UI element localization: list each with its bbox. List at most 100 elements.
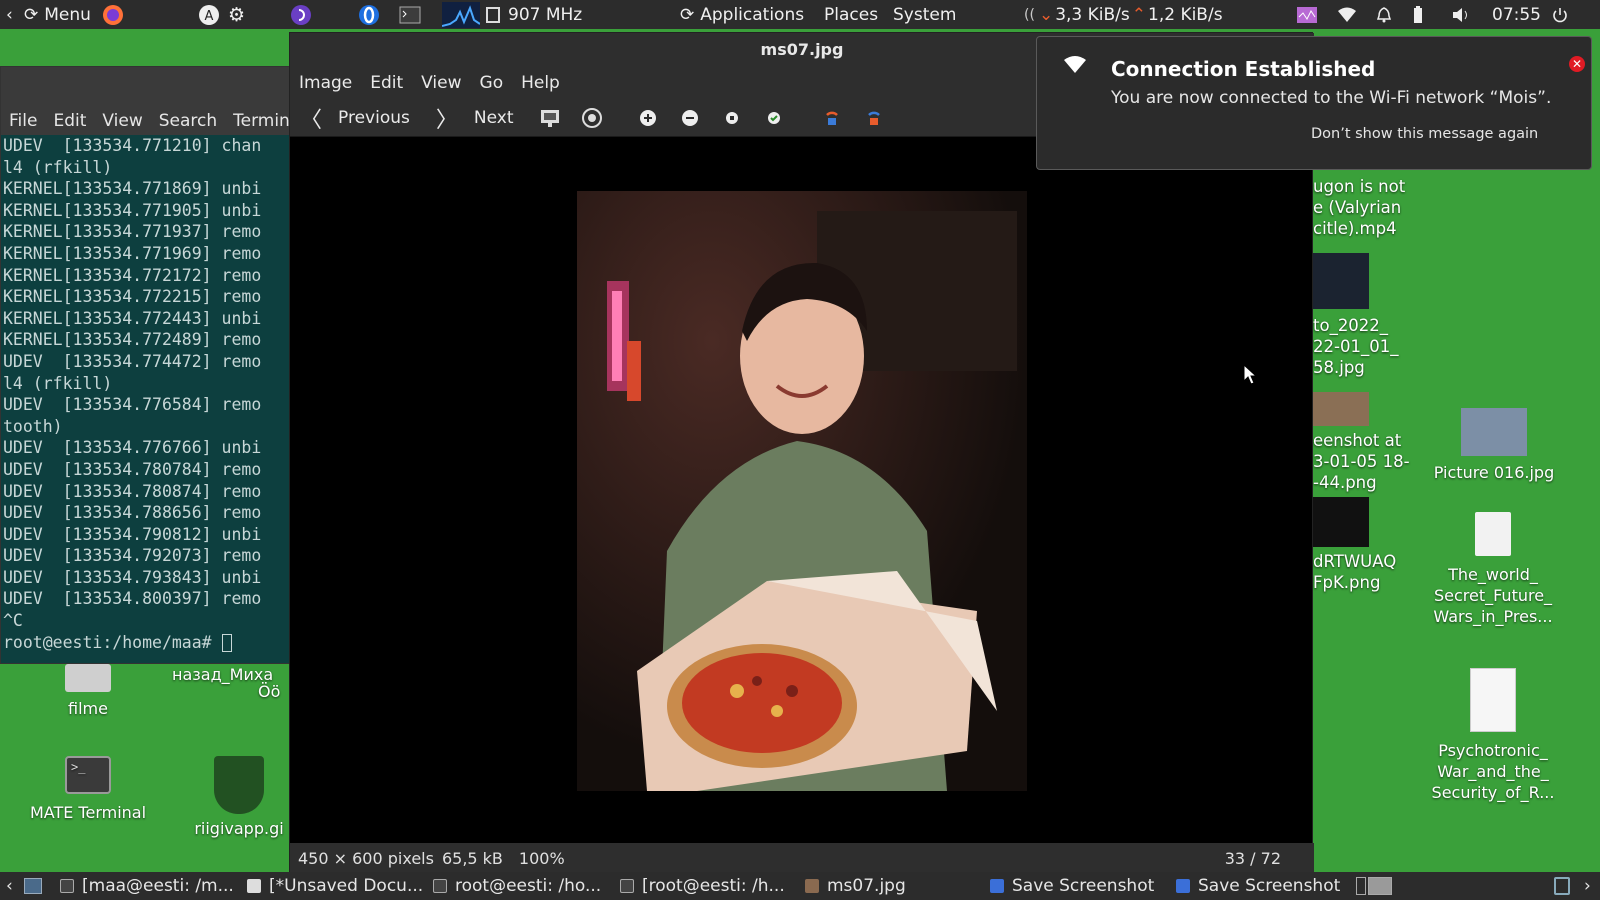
folder-icon bbox=[65, 664, 111, 692]
terminal-line: UDEV [133534.800397] remo bbox=[3, 589, 262, 609]
terminal-line: UDEV [133534.771210] chan bbox=[3, 136, 262, 155]
cpu-chip-icon bbox=[486, 6, 500, 23]
menu-view[interactable]: View bbox=[412, 73, 470, 93]
next-button[interactable]: 〉 Next bbox=[410, 99, 514, 137]
network-monitor[interactable]: (( ⌄ 3,3 KiB/s ⌃ 1,2 KiB/s bbox=[1024, 0, 1223, 29]
cpu-frequency[interactable]: 907 MHz bbox=[486, 0, 582, 29]
power-icon[interactable] bbox=[1552, 0, 1568, 29]
menu-image[interactable]: Image bbox=[290, 73, 361, 93]
preferences-icon[interactable] bbox=[581, 107, 603, 129]
task-label: ms07.jpg bbox=[827, 876, 906, 896]
bottom-panel: ‹ [maa@eesti: /m... [*Unsaved Docu... ro… bbox=[0, 872, 1600, 900]
upload-arrow-icon: ⌃ bbox=[1131, 4, 1146, 25]
terminal-launcher-icon[interactable] bbox=[399, 0, 421, 29]
taskbar-item-screenshot-1[interactable]: Save Screenshot bbox=[990, 872, 1154, 900]
desktop-icon-the-world[interactable]: The_world_ Secret_Future_ Wars_in_Pres..… bbox=[1418, 512, 1568, 627]
rotate-right-icon[interactable] bbox=[863, 107, 885, 129]
terminal-menu-file[interactable]: File bbox=[1, 111, 45, 131]
viewer-statusbar: 450 × 600 pixels 65,5 kB 100% 33 / 72 bbox=[290, 843, 1314, 873]
terminal-menu-search[interactable]: Search bbox=[151, 111, 225, 131]
zoom-normal-icon[interactable] bbox=[721, 107, 743, 129]
desktop-icon-filme[interactable]: filme bbox=[40, 664, 136, 719]
media-player-icon[interactable] bbox=[290, 0, 312, 29]
menu-go[interactable]: Go bbox=[471, 73, 513, 93]
taskbar-item-text-editor[interactable]: [*Unsaved Docu... bbox=[247, 872, 423, 900]
screenshot-icon bbox=[1176, 879, 1190, 893]
zoom-in-icon[interactable] bbox=[637, 107, 659, 129]
close-icon[interactable]: ✕ bbox=[1569, 56, 1585, 72]
displayed-photo[interactable] bbox=[577, 191, 1027, 791]
menu-help[interactable]: Help bbox=[512, 73, 569, 93]
task-label: Save Screenshot bbox=[1198, 876, 1341, 896]
cpu-graph-icon[interactable] bbox=[442, 0, 480, 29]
desktop-icon-picture-016[interactable]: Picture 016.jpg bbox=[1424, 408, 1564, 483]
wifi-notification[interactable]: Connection Established You are now conne… bbox=[1036, 36, 1592, 170]
taskbar-item-image-viewer[interactable]: ms07.jpg bbox=[805, 872, 906, 900]
workspace-1[interactable] bbox=[1356, 877, 1366, 895]
terminal-output[interactable]: UDEV [133534.771210] chan l4 (rfkill) KERN… bbox=[3, 135, 291, 653]
system-menu[interactable]: System bbox=[893, 0, 956, 29]
trash-icon[interactable] bbox=[1554, 872, 1570, 900]
net-up-value: 1,2 KiB/s bbox=[1148, 4, 1223, 25]
desktop-icon-mate-terminal[interactable]: >_ MATE Terminal bbox=[18, 756, 158, 823]
opera-browser-icon[interactable] bbox=[358, 0, 380, 29]
settings-gear-icon[interactable]: ⚙ bbox=[228, 0, 245, 29]
show-desktop-icon bbox=[24, 878, 42, 894]
notification-bell-icon[interactable] bbox=[1377, 0, 1391, 29]
rotate-left-icon[interactable] bbox=[821, 107, 843, 129]
terminal-menu-view[interactable]: View bbox=[94, 111, 150, 131]
desktop-icon-label: 3-01-05 18- bbox=[1313, 452, 1410, 471]
taskbar-item-terminal-3[interactable]: [root@eesti: /h... bbox=[620, 872, 785, 900]
taskbar-item-terminal-1[interactable]: [maa@eesti: /m... bbox=[60, 872, 234, 900]
panel-scroll-left[interactable]: ‹ bbox=[6, 872, 13, 900]
desktop-icon-riigivapp[interactable]: riigivapp.gi bbox=[184, 756, 294, 839]
wifi-status-icon[interactable] bbox=[1338, 0, 1356, 29]
panel-scroll-left[interactable]: ‹ bbox=[6, 0, 13, 29]
keyboard-indicator-icon[interactable]: A bbox=[198, 0, 220, 29]
terminal-line: UDEV [133534.792073] remo bbox=[3, 546, 262, 566]
applications-menu[interactable]: ⟳ Applications bbox=[680, 0, 804, 29]
applications-label: Applications bbox=[700, 4, 805, 25]
taskbar-item-terminal-2[interactable]: root@eesti: /ho... bbox=[433, 872, 601, 900]
system-monitor-icon[interactable] bbox=[1297, 0, 1317, 29]
chevron-left-icon: ‹ bbox=[6, 4, 13, 25]
terminal-line: UDEV [133534.788656] remo bbox=[3, 503, 262, 523]
slideshow-icon[interactable] bbox=[539, 107, 561, 129]
zoom-out-icon[interactable] bbox=[679, 107, 701, 129]
previous-button[interactable]: 〈 Previous bbox=[290, 99, 410, 137]
dont-show-again-link[interactable]: Don’t show this message again bbox=[1311, 126, 1538, 142]
menu-edit[interactable]: Edit bbox=[361, 73, 412, 93]
terminal-icon bbox=[60, 879, 74, 893]
terminal-window[interactable]: File Edit View Search Termin UDEV [13353… bbox=[0, 66, 291, 664]
wifi-signal-icon: (( bbox=[1024, 6, 1035, 23]
terminal-titlebar[interactable] bbox=[1, 67, 291, 107]
main-menu-button[interactable]: ⟳ Menu bbox=[24, 0, 91, 29]
desktop-icon-label: The_world_ Secret_Future_ Wars_in_Pres..… bbox=[1433, 565, 1553, 626]
download-arrow-icon: ⌄ bbox=[1038, 4, 1054, 25]
svg-text:A: A bbox=[205, 9, 214, 24]
desktop-icon-partial[interactable]: назад_Миха Öö bbox=[172, 664, 292, 702]
panel-scroll-right[interactable]: › bbox=[1584, 872, 1591, 900]
terminal-line: tooth) bbox=[3, 416, 63, 436]
terminal-menu-terminal[interactable]: Termin bbox=[225, 111, 298, 131]
chevron-right-icon: 〉 bbox=[435, 107, 458, 133]
battery-icon[interactable] bbox=[1413, 0, 1423, 29]
clock[interactable]: 07:55 bbox=[1492, 0, 1541, 29]
taskbar-item-screenshot-2[interactable]: Save Screenshot bbox=[1176, 872, 1340, 900]
firefox-launcher-icon[interactable] bbox=[102, 0, 124, 29]
zoom-fit-icon[interactable] bbox=[763, 107, 785, 129]
desktop-icon-psychotronic[interactable]: Psychotronic_ War_and_the_ Security_of_R… bbox=[1418, 668, 1568, 803]
desktop-icon-label: 22-01_01_ bbox=[1313, 337, 1399, 356]
terminal-line: l4 (rfkill) bbox=[3, 373, 113, 393]
show-desktop-button[interactable] bbox=[24, 872, 42, 900]
image-thumbnail-icon bbox=[1461, 408, 1527, 456]
places-menu[interactable]: Places bbox=[824, 0, 878, 29]
desktop-icon-label: filme bbox=[68, 699, 108, 718]
terminal-menu-edit[interactable]: Edit bbox=[45, 111, 94, 131]
task-label: [*Unsaved Docu... bbox=[269, 876, 424, 896]
workspace-2[interactable] bbox=[1368, 877, 1392, 895]
chevron-right-icon: › bbox=[1584, 876, 1591, 896]
volume-icon[interactable] bbox=[1452, 0, 1470, 29]
terminal-line: KERNEL[133534.771969] remo bbox=[3, 243, 262, 263]
workspace-switcher[interactable] bbox=[1356, 872, 1392, 900]
